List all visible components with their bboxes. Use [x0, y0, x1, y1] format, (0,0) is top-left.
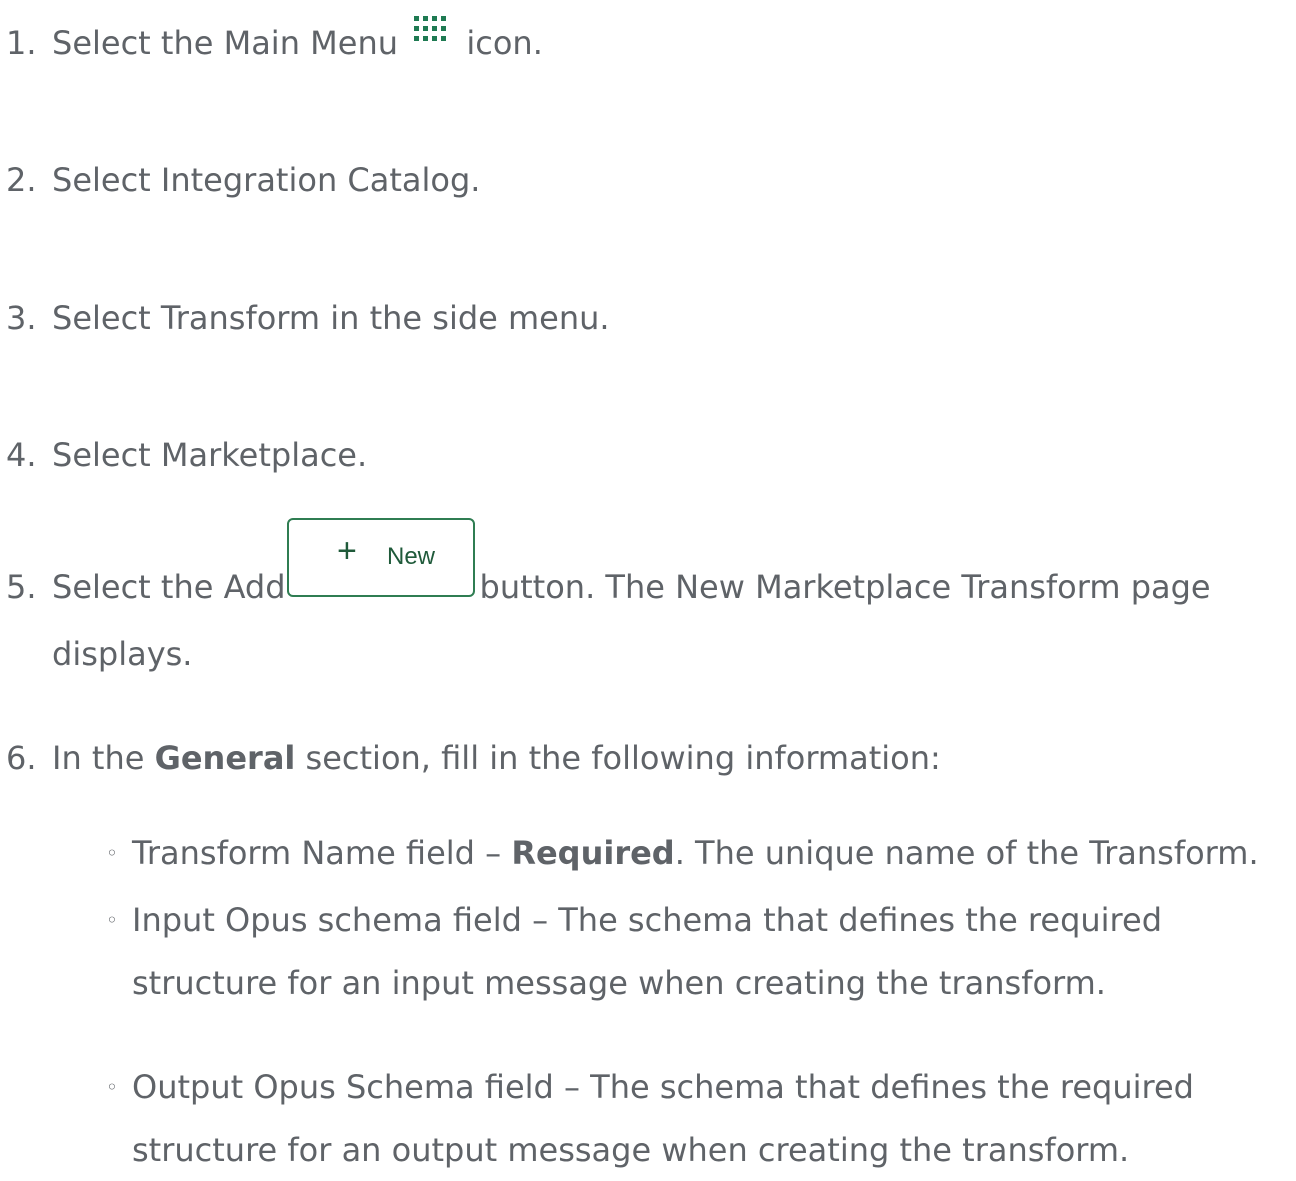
grid-menu-icon [414, 16, 452, 46]
bullet-text: Output Opus Schema field – The schema th… [132, 1068, 1194, 1106]
step-number: 6. [6, 739, 37, 777]
required-label: Required [511, 834, 675, 872]
step-number: 1. [6, 24, 37, 62]
step-5-continuation: displays. [52, 635, 193, 673]
bullet-mark: ◦ [106, 908, 118, 932]
plus-icon: + [337, 532, 357, 570]
new-button[interactable]: + New [287, 518, 475, 597]
bullet-mark: ◦ [106, 841, 118, 865]
step-text-end: section, fill in the following informati… [305, 739, 941, 777]
step-5: 5. Select the Add button. The New Marketpl… [6, 558, 1286, 616]
new-button-label: New [387, 543, 436, 570]
bullet-output-schema: ◦ Output Opus Schema field – The schema t… [106, 1056, 1194, 1118]
step-4: 4. Select Marketplace. [6, 426, 1286, 484]
bullet-text: Transform Name field – [132, 834, 502, 872]
step-text: In the [52, 739, 145, 777]
step-2: 2. Select Integration Catalog. [6, 151, 1286, 209]
bullet-text: Input Opus schema field – The schema tha… [132, 901, 1162, 939]
step-6: 6. In the General section, fill in the fo… [6, 729, 1286, 787]
step-number: 5. [6, 568, 37, 606]
step-number: 4. [6, 436, 37, 474]
step-text: Select Integration Catalog. [52, 161, 481, 199]
step-text-end: icon. [466, 24, 543, 62]
step-number: 2. [6, 161, 37, 199]
bullet-output-schema-line2: structure for an output message when cre… [132, 1131, 1130, 1169]
bullet-transform-name: ◦ Transform Name field – Required. The un… [106, 822, 1259, 884]
step-text: Select the Main Menu [52, 24, 398, 62]
bullet-input-schema: ◦ Input Opus schema field – The schema th… [106, 889, 1162, 951]
step-text: Select the Add [52, 568, 286, 606]
bullet-input-schema-line2: structure for an input message when crea… [132, 964, 1106, 1002]
step-text-end: button. The New Marketplace Transform pa… [479, 568, 1211, 606]
step-number: 3. [6, 299, 37, 337]
bullet-text-end: . The unique name of the Transform. [674, 834, 1259, 872]
step-3: 3. Select Transform in the side menu. [6, 289, 1286, 347]
step-text: Select Transform in the side menu. [52, 299, 610, 337]
step-text: Select Marketplace. [52, 436, 368, 474]
section-name: General [154, 739, 296, 777]
step-1: 1. Select the Main Menu icon. [6, 14, 1286, 72]
bullet-mark: ◦ [106, 1075, 118, 1099]
